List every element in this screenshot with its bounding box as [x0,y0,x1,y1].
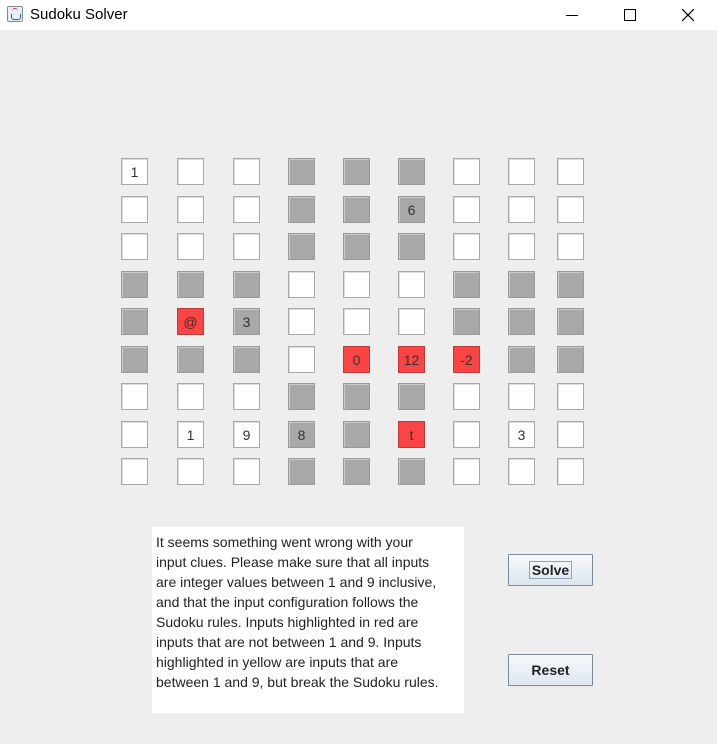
close-button[interactable] [659,0,717,30]
grid-cell-r2-c5[interactable] [343,196,370,223]
grid-cell-r9-c3[interactable] [233,458,260,485]
grid-cell-r9-c5[interactable] [343,458,370,485]
reset-button[interactable]: Reset [508,654,593,686]
grid-cell-r2-c9[interactable] [557,196,584,223]
close-icon [682,9,694,21]
grid-cell-r4-c2[interactable] [177,271,204,298]
grid-cell-r9-c9[interactable] [557,458,584,485]
grid-cell-r5-c7[interactable] [453,308,480,335]
grid-cell-r2-c4[interactable] [288,196,315,223]
grid-cell-r3-c4[interactable] [288,233,315,260]
grid-cell-r5-c3[interactable]: 3 [233,308,260,335]
grid-cell-r7-c3[interactable] [233,383,260,410]
grid-cell-r1-c8[interactable] [508,158,535,185]
grid-cell-r3-c2[interactable] [177,233,204,260]
grid-cell-r9-c4[interactable] [288,458,315,485]
grid-cell-r1-c4[interactable] [288,158,315,185]
grid-cell-r8-c6[interactable]: t [398,421,425,448]
grid-cell-r2-c8[interactable] [508,196,535,223]
grid-cell-r4-c4[interactable] [288,271,315,298]
grid-cell-r2-c7[interactable] [453,196,480,223]
grid-cell-r5-c6[interactable] [398,308,425,335]
grid-cell-r5-c4[interactable] [288,308,315,335]
grid-cell-r6-c1[interactable] [121,346,148,373]
maximize-icon [624,9,636,21]
grid-cell-r3-c3[interactable] [233,233,260,260]
grid-cell-r6-c4[interactable] [288,346,315,373]
grid-cell-r1-c7[interactable] [453,158,480,185]
grid-cell-r6-c2[interactable] [177,346,204,373]
grid-cell-r6-c9[interactable] [557,346,584,373]
grid-cell-r3-c8[interactable] [508,233,535,260]
grid-cell-r4-c1[interactable] [121,271,148,298]
grid-cell-r1-c9[interactable] [557,158,584,185]
grid-cell-r3-c7[interactable] [453,233,480,260]
grid-cell-r5-c9[interactable] [557,308,584,335]
grid-cell-r5-c5[interactable] [343,308,370,335]
solve-button-label: Solve [528,561,573,579]
grid-cell-r6-c5[interactable]: 0 [343,346,370,373]
grid-cell-r6-c7[interactable]: -2 [453,346,480,373]
grid-cell-r2-c6[interactable]: 6 [398,196,425,223]
grid-cell-r4-c8[interactable] [508,271,535,298]
title-bar: Sudoku Solver [0,0,717,30]
grid-cell-r4-c7[interactable] [453,271,480,298]
grid-cell-r9-c2[interactable] [177,458,204,485]
grid-cell-r4-c3[interactable] [233,271,260,298]
maximize-button[interactable] [601,0,659,30]
grid-cell-r9-c6[interactable] [398,458,425,485]
minimize-icon [566,15,578,16]
grid-cell-r1-c5[interactable] [343,158,370,185]
grid-cell-r8-c8[interactable]: 3 [508,421,535,448]
grid-cell-r8-c4[interactable]: 8 [288,421,315,448]
grid-cell-r7-c4[interactable] [288,383,315,410]
grid-cell-r7-c8[interactable] [508,383,535,410]
grid-cell-r5-c1[interactable] [121,308,148,335]
reset-button-label: Reset [531,662,570,678]
grid-cell-r2-c3[interactable] [233,196,260,223]
grid-cell-r4-c6[interactable] [398,271,425,298]
grid-cell-r2-c2[interactable] [177,196,204,223]
grid-cell-r9-c8[interactable] [508,458,535,485]
grid-cell-r2-c1[interactable] [121,196,148,223]
grid-cell-r6-c3[interactable] [233,346,260,373]
grid-cell-r8-c9[interactable] [557,421,584,448]
solve-button[interactable]: Solve [508,554,593,586]
grid-cell-r1-c6[interactable] [398,158,425,185]
grid-cell-r6-c6[interactable]: 12 [398,346,425,373]
grid-cell-r9-c1[interactable] [121,458,148,485]
grid-cell-r4-c9[interactable] [557,271,584,298]
grid-cell-r8-c7[interactable] [453,421,480,448]
grid-cell-r7-c9[interactable] [557,383,584,410]
grid-cell-r1-c1[interactable]: 1 [121,158,148,185]
grid-cell-r1-c3[interactable] [233,158,260,185]
grid-cell-r4-c5[interactable] [343,271,370,298]
grid-cell-r1-c2[interactable] [177,158,204,185]
minimize-button[interactable] [543,0,601,30]
grid-cell-r7-c5[interactable] [343,383,370,410]
window-title: Sudoku Solver [30,6,128,23]
grid-cell-r3-c6[interactable] [398,233,425,260]
grid-cell-r7-c7[interactable] [453,383,480,410]
error-message: It seems something went wrong with your … [152,527,464,713]
grid-cell-r8-c2[interactable]: 1 [177,421,204,448]
grid-cell-r7-c2[interactable] [177,383,204,410]
grid-cell-r8-c5[interactable] [343,421,370,448]
grid-cell-r7-c6[interactable] [398,383,425,410]
grid-cell-r3-c1[interactable] [121,233,148,260]
grid-cell-r3-c9[interactable] [557,233,584,260]
grid-cell-r8-c3[interactable]: 9 [233,421,260,448]
grid-cell-r3-c5[interactable] [343,233,370,260]
grid-cell-r5-c2[interactable]: @ [177,308,204,335]
grid-cell-r8-c1[interactable] [121,421,148,448]
grid-cell-r5-c8[interactable] [508,308,535,335]
grid-cell-r9-c7[interactable] [453,458,480,485]
java-cup-icon[interactable] [7,6,23,22]
grid-cell-r6-c8[interactable] [508,346,535,373]
grid-cell-r7-c1[interactable] [121,383,148,410]
